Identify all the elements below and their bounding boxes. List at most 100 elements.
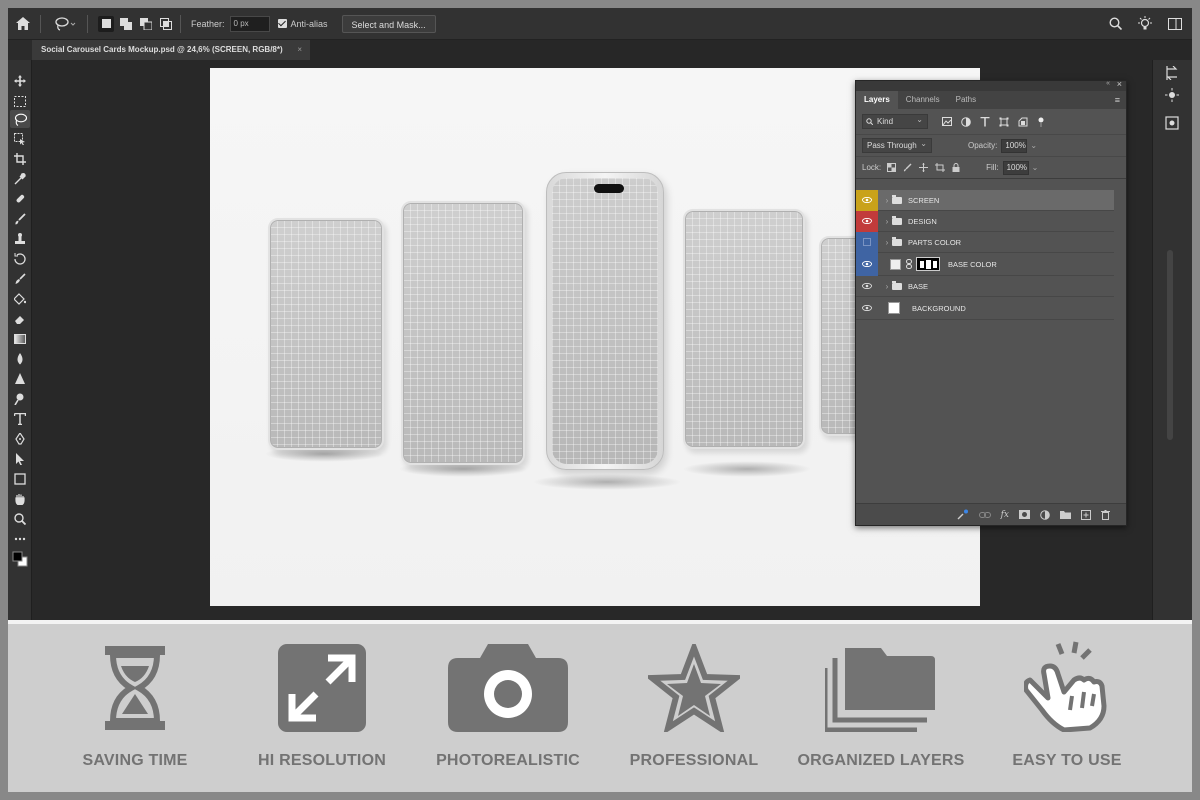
filter-type-icon[interactable] bbox=[980, 116, 990, 127]
brush-tool-icon[interactable] bbox=[10, 210, 30, 228]
workspace-icon[interactable] bbox=[1164, 13, 1186, 35]
sharpen-tool-icon[interactable] bbox=[10, 370, 30, 388]
lock-transparent-pixels-icon[interactable] bbox=[887, 163, 897, 172]
visibility-eye-icon[interactable] bbox=[856, 189, 878, 211]
layer-row[interactable]: › BASE bbox=[856, 276, 1114, 297]
stamp-tool-icon[interactable] bbox=[10, 230, 30, 248]
color-swatches-icon[interactable] bbox=[10, 550, 30, 568]
gradient-tool-icon[interactable] bbox=[10, 330, 30, 348]
crop-tool-icon[interactable] bbox=[10, 150, 30, 168]
paint-bucket-tool-icon[interactable] bbox=[10, 290, 30, 308]
lock-position-icon[interactable] bbox=[919, 163, 929, 172]
close-panel-icon[interactable]: × bbox=[1117, 79, 1122, 89]
layer-row[interactable]: BACKGROUND bbox=[856, 297, 1114, 320]
phone-shadow bbox=[532, 474, 682, 490]
pen-tool-icon[interactable] bbox=[10, 430, 30, 448]
filter-kind-dropdown[interactable]: Kind bbox=[862, 113, 928, 129]
layer-style-fx-icon[interactable]: fx bbox=[1001, 510, 1009, 520]
libraries-panel-icon[interactable] bbox=[1165, 116, 1179, 135]
layer-name: BASE COLOR bbox=[948, 259, 997, 269]
card-shadow bbox=[682, 461, 812, 477]
feather-input[interactable]: 0 px bbox=[229, 15, 270, 32]
hand-tool-icon[interactable] bbox=[10, 490, 30, 508]
lock-image-pixels-icon[interactable] bbox=[903, 163, 912, 172]
adjustment-layer-icon[interactable] bbox=[1040, 509, 1050, 520]
layer-mask-thumbnail[interactable] bbox=[916, 257, 940, 271]
history-panel-icon[interactable] bbox=[1165, 65, 1179, 85]
filter-smart-object-icon[interactable] bbox=[1018, 117, 1028, 127]
expand-group-icon[interactable]: › bbox=[882, 282, 892, 291]
lock-all-icon[interactable] bbox=[952, 163, 960, 172]
link-icon[interactable] bbox=[978, 511, 991, 519]
expand-group-icon[interactable]: › bbox=[882, 217, 892, 226]
home-icon[interactable] bbox=[12, 13, 34, 35]
layer-row[interactable]: › DESIGN bbox=[856, 210, 1114, 232]
layer-row[interactable]: › SCREEN bbox=[856, 189, 1114, 211]
more-tools-icon[interactable] bbox=[10, 530, 30, 548]
opacity-dropdown-icon[interactable]: ⌄ bbox=[1030, 141, 1037, 150]
shape-tool-icon[interactable] bbox=[10, 470, 30, 488]
new-layer-icon[interactable] bbox=[1081, 509, 1091, 520]
tab-layers[interactable]: Layers bbox=[856, 91, 898, 109]
select-and-mask-button[interactable]: Select and Mask... bbox=[341, 14, 436, 33]
mask-link-icon[interactable] bbox=[906, 259, 912, 269]
expand-group-icon[interactable]: › bbox=[882, 238, 892, 247]
collapse-panel-icon[interactable]: « bbox=[1106, 80, 1110, 87]
blur-tool-icon[interactable] bbox=[10, 350, 30, 368]
new-selection-icon[interactable] bbox=[98, 15, 114, 32]
lock-artboard-icon[interactable] bbox=[935, 163, 946, 172]
layers-panel-titlebar[interactable]: « × bbox=[856, 79, 1126, 91]
path-selection-tool-icon[interactable] bbox=[10, 450, 30, 468]
lasso-tool-icon[interactable] bbox=[10, 110, 30, 128]
add-to-selection-icon[interactable] bbox=[118, 16, 134, 32]
folder-icon bbox=[892, 236, 902, 246]
filter-adjustment-icon[interactable] bbox=[961, 116, 971, 127]
layer-row[interactable]: BASE COLOR bbox=[856, 252, 1114, 276]
object-selection-tool-icon[interactable] bbox=[10, 130, 30, 148]
panel-scrollbar[interactable] bbox=[1167, 250, 1173, 440]
tab-paths[interactable]: Paths bbox=[948, 91, 984, 109]
filter-pixel-icon[interactable] bbox=[942, 117, 952, 126]
blend-mode-dropdown[interactable]: Pass Through bbox=[862, 137, 932, 153]
new-group-icon[interactable] bbox=[1060, 510, 1071, 519]
subtract-from-selection-icon[interactable] bbox=[138, 16, 154, 32]
delete-layer-icon[interactable] bbox=[1101, 509, 1110, 520]
filter-shape-icon[interactable] bbox=[999, 117, 1009, 127]
visibility-eye-icon[interactable] bbox=[856, 210, 878, 232]
mockup-phone bbox=[546, 172, 664, 470]
lasso-tool-preset-icon[interactable] bbox=[51, 13, 81, 35]
expand-group-icon[interactable]: › bbox=[882, 196, 892, 205]
document-tab[interactable]: Social Carousel Cards Mockup.psd @ 24,6%… bbox=[32, 40, 310, 60]
hidden-visibility-icon[interactable] bbox=[856, 231, 878, 253]
link-layers-icon[interactable] bbox=[957, 509, 969, 520]
layer-row[interactable]: › PARTS COLOR bbox=[856, 231, 1114, 253]
layers-panel: « × Layers Channels Paths ≡ Kind Pa bbox=[855, 79, 1127, 526]
paint-brush-tool-icon[interactable] bbox=[10, 270, 30, 288]
visibility-eye-icon[interactable] bbox=[856, 252, 878, 276]
marquee-tool-icon[interactable] bbox=[10, 92, 30, 110]
eraser-tool-icon[interactable] bbox=[10, 310, 30, 328]
eyedropper-tool-icon[interactable] bbox=[10, 170, 30, 188]
close-tab-icon[interactable]: × bbox=[297, 40, 302, 60]
anti-alias-checkbox[interactable] bbox=[277, 19, 287, 28]
visibility-eye-icon[interactable] bbox=[856, 276, 878, 297]
fill-dropdown-icon[interactable]: ⌄ bbox=[1032, 163, 1039, 172]
healing-brush-tool-icon[interactable] bbox=[10, 190, 30, 208]
dodge-tool-icon[interactable] bbox=[10, 390, 30, 408]
search-icon[interactable] bbox=[1104, 13, 1126, 35]
add-mask-icon[interactable] bbox=[1019, 510, 1030, 519]
lightbulb-icon[interactable] bbox=[1134, 13, 1156, 35]
type-tool-icon[interactable] bbox=[10, 410, 30, 428]
intersect-selection-icon[interactable] bbox=[158, 16, 174, 32]
filter-toggle-icon[interactable] bbox=[1037, 117, 1045, 127]
fill-input[interactable]: 100% bbox=[1002, 160, 1029, 175]
feature-label: ORGANIZED LAYERS bbox=[797, 752, 965, 769]
history-brush-tool-icon[interactable] bbox=[10, 250, 30, 268]
opacity-input[interactable]: 100% bbox=[1001, 138, 1028, 153]
visibility-eye-icon[interactable] bbox=[856, 297, 878, 320]
move-tool-icon[interactable] bbox=[10, 72, 30, 90]
tab-channels[interactable]: Channels bbox=[898, 91, 948, 109]
adjustments-panel-icon[interactable] bbox=[1165, 88, 1179, 107]
zoom-tool-icon[interactable] bbox=[10, 510, 30, 528]
panel-menu-icon[interactable]: ≡ bbox=[1115, 95, 1120, 105]
